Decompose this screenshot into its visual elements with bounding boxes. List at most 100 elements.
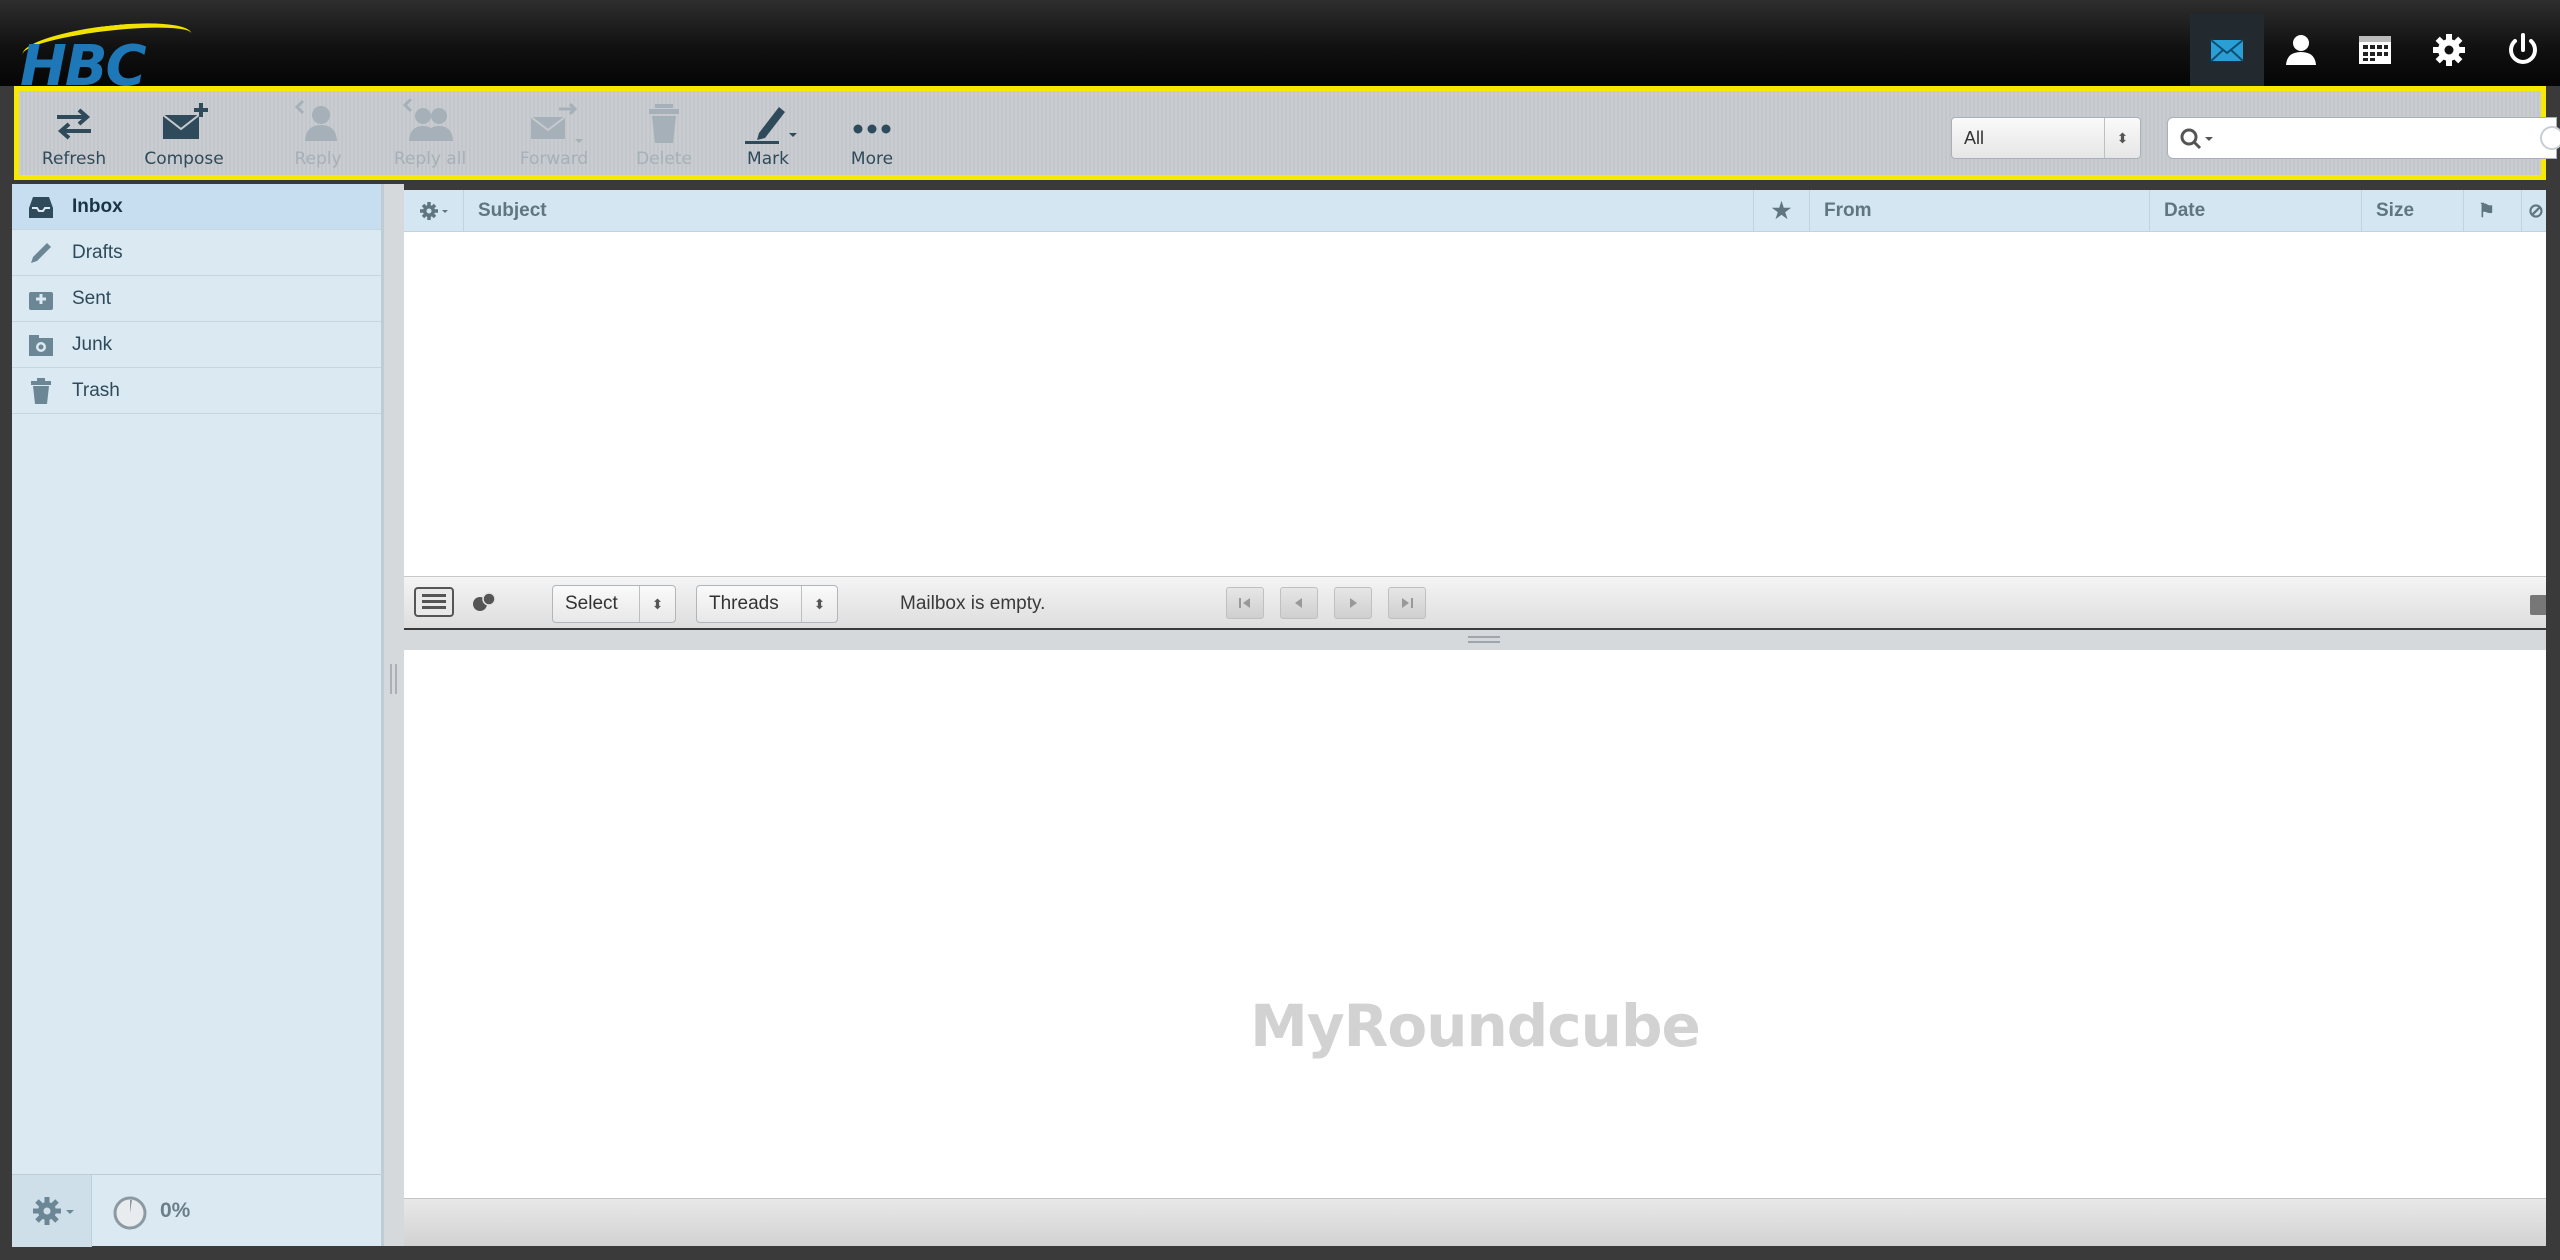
list-options-button[interactable] — [404, 190, 464, 232]
splitter-grip — [390, 664, 397, 694]
quota-pie-icon — [113, 1196, 147, 1230]
column-size[interactable]: Size — [2362, 190, 2464, 232]
delete-button[interactable]: Delete — [609, 99, 719, 175]
more-button[interactable]: More — [817, 99, 927, 175]
search-reset-icon[interactable] — [2540, 126, 2560, 150]
task-navigation — [2190, 14, 2560, 86]
pencil-icon — [26, 238, 56, 268]
select-arrows-icon: ⬍ — [2104, 118, 2140, 158]
star-icon: ★ — [1771, 198, 1792, 223]
reply-button[interactable]: Reply — [263, 99, 373, 175]
folder-label: Trash — [72, 379, 120, 401]
column-attachment[interactable]: ⊘ — [2522, 190, 2546, 232]
folder-list: Inbox Drafts Sent Junk Trash — [12, 184, 381, 414]
compose-icon — [162, 103, 208, 139]
sent-icon — [26, 284, 56, 314]
logout-icon — [2509, 33, 2537, 64]
folder-junk[interactable]: Junk — [12, 322, 381, 368]
paperclip-icon: ⊘ — [2528, 200, 2544, 222]
reply-all-button[interactable]: Reply all — [375, 99, 485, 175]
folder-inbox[interactable]: Inbox — [12, 184, 381, 230]
reply-all-icon — [402, 99, 453, 141]
column-flag[interactable]: ⚑ — [2464, 190, 2522, 232]
list-options-gear-icon — [420, 202, 448, 220]
threads-view-icon[interactable] — [470, 591, 498, 613]
previous-page-button[interactable] — [1280, 587, 1318, 619]
preview-footer — [404, 1198, 2546, 1246]
forward-button[interactable]: Forward — [499, 99, 609, 175]
first-page-icon — [1239, 598, 1250, 608]
contacts-icon — [2286, 35, 2316, 65]
column-subject[interactable]: Subject — [464, 190, 1754, 232]
message-filter-select[interactable]: All ⬍ — [1951, 117, 2141, 159]
reply-all-label: Reply all — [393, 149, 467, 169]
nav-calendar[interactable] — [2338, 14, 2412, 86]
previous-page-icon — [1295, 598, 1302, 608]
compose-button[interactable]: Compose — [129, 99, 239, 175]
message-list-footer: Select ⬍ Threads ⬍ Mailbox is empty. — [404, 576, 2546, 628]
reply-label: Reply — [294, 149, 342, 169]
message-list: Subject ★ From Date Size ⚑ ⊘ Select ⬍ Th… — [404, 190, 2546, 628]
top-header: HBC — [0, 0, 2560, 86]
mark-label: Mark — [747, 149, 789, 169]
column-date[interactable]: Date — [2150, 190, 2362, 232]
last-page-icon — [1402, 598, 1413, 608]
delete-icon — [649, 104, 679, 143]
message-list-header: Subject ★ From Date Size ⚑ ⊘ — [404, 190, 2546, 232]
last-page-button[interactable] — [1388, 587, 1426, 619]
search-icon — [2180, 128, 2213, 150]
list-view-icon[interactable] — [414, 587, 454, 617]
folder-label: Sent — [72, 287, 112, 309]
gear-menu-icon — [32, 1197, 74, 1225]
refresh-icon — [57, 108, 91, 140]
folder-drafts[interactable]: Drafts — [12, 230, 381, 276]
search-box[interactable] — [2167, 117, 2560, 159]
refresh-label: Refresh — [41, 149, 107, 169]
column-flagged[interactable]: ★ — [1754, 190, 1810, 232]
forward-label: Forward — [519, 149, 589, 169]
nav-mail[interactable] — [2190, 14, 2264, 86]
trash-icon — [26, 376, 56, 406]
select-arrows-icon: ⬍ — [801, 586, 837, 622]
expand-icon[interactable] — [2530, 595, 2546, 615]
sidebar-footer: 0% — [12, 1174, 381, 1247]
folder-actions-button[interactable] — [12, 1175, 92, 1247]
mark-button[interactable]: Mark — [713, 99, 823, 175]
compose-label: Compose — [144, 149, 224, 169]
company-logo[interactable]: HBC — [14, 20, 194, 86]
select-dropdown[interactable]: Select ⬍ — [552, 585, 676, 623]
sidebar-splitter[interactable] — [384, 184, 404, 1246]
threads-label: Threads — [709, 593, 779, 614]
preview-splitter[interactable] — [404, 630, 2546, 650]
column-from[interactable]: From — [1810, 190, 2150, 232]
next-page-button[interactable] — [1334, 587, 1372, 619]
junk-icon — [26, 330, 56, 360]
folder-trash[interactable]: Trash — [12, 368, 381, 414]
nav-settings[interactable] — [2412, 14, 2486, 86]
nav-logout[interactable] — [2486, 14, 2560, 86]
delete-label: Delete — [636, 149, 692, 169]
mailbox-status: Mailbox is empty. — [900, 593, 1046, 614]
next-page-icon — [1350, 598, 1357, 608]
forward-icon — [530, 102, 583, 143]
filter-value: All — [1964, 128, 1985, 148]
flag-icon: ⚑ — [2478, 200, 2496, 222]
folder-sent[interactable]: Sent — [12, 276, 381, 322]
settings-icon — [2433, 34, 2465, 66]
more-icon — [853, 124, 891, 134]
mail-icon — [2210, 39, 2244, 62]
message-preview-pane: MyRoundcube — [404, 650, 2546, 1198]
folder-sidebar: Inbox Drafts Sent Junk Trash 0% — [12, 184, 384, 1247]
calendar-icon — [2359, 36, 2391, 64]
message-toolbar: Refresh Compose Reply Reply all Forward … — [14, 86, 2560, 180]
first-page-button[interactable] — [1226, 587, 1264, 619]
threads-dropdown[interactable]: Threads ⬍ — [696, 585, 838, 623]
inbox-icon — [26, 192, 56, 222]
watermark-text: MyRoundcube — [1250, 992, 1701, 1060]
reply-icon — [294, 99, 337, 141]
nav-contacts[interactable] — [2264, 14, 2338, 86]
refresh-button[interactable]: Refresh — [19, 99, 129, 175]
more-label: More — [850, 149, 894, 169]
folder-label: Drafts — [72, 241, 123, 263]
select-label: Select — [565, 593, 618, 614]
